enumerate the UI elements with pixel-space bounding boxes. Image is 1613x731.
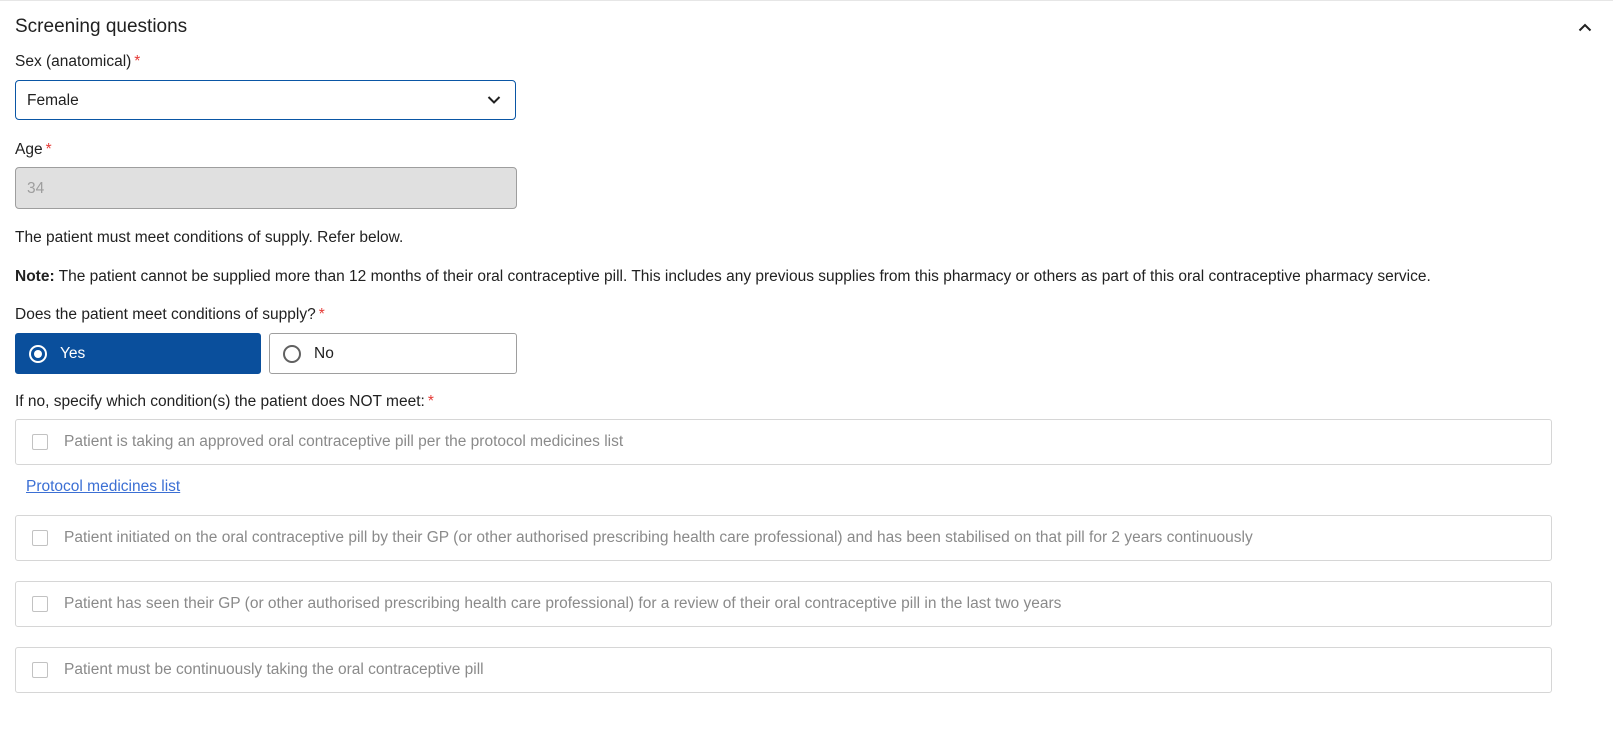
chevron-up-icon — [1578, 23, 1592, 31]
condition-label: Patient initiated on the oral contracept… — [64, 529, 1253, 546]
radio-selected-icon — [29, 344, 47, 363]
radio-unselected-icon — [283, 344, 301, 363]
required-mark: * — [134, 53, 141, 70]
radio-no[interactable]: No — [269, 333, 517, 374]
condition-checkbox-continuous[interactable]: Patient must be continuously taking the … — [15, 647, 1552, 693]
checkbox-icon[interactable] — [32, 530, 48, 546]
condition-checkbox-gp-initiated[interactable]: Patient initiated on the oral contracept… — [15, 515, 1552, 561]
condition-label: Patient must be continuously taking the … — [64, 661, 484, 678]
section-title: Screening questions — [15, 16, 188, 37]
radio-yes[interactable]: Yes — [15, 333, 261, 374]
sex-label: Sex (anatomical) * — [15, 53, 141, 70]
radio-no-label: No — [314, 344, 334, 362]
chevron-down-icon — [487, 96, 501, 104]
age-input[interactable]: 34 — [15, 167, 517, 209]
checkbox-icon[interactable] — [32, 434, 48, 450]
age-input-value: 34 — [27, 180, 45, 197]
conditions-text: The patient must meet conditions of supp… — [15, 229, 404, 246]
note-text: Note: The patient cannot be supplied mor… — [15, 268, 1431, 286]
top-divider — [0, 0, 1613, 1]
required-mark: * — [45, 141, 52, 158]
sex-select[interactable]: Female — [15, 80, 516, 120]
sex-select-value: Female — [27, 92, 79, 109]
note-body: The patient cannot be supplied more than… — [54, 268, 1431, 285]
condition-label: Patient is taking an approved oral contr… — [64, 433, 624, 450]
required-mark: * — [427, 393, 434, 410]
condition-checkbox-approved-pill[interactable]: Patient is taking an approved oral contr… — [15, 419, 1552, 465]
note-label: Note: — [15, 268, 55, 285]
checkbox-icon[interactable] — [32, 662, 48, 678]
condition-checkbox-gp-review[interactable]: Patient has seen their GP (or other auth… — [15, 581, 1552, 627]
protocol-medicines-link[interactable]: Protocol medicines list — [26, 478, 180, 496]
checkbox-icon[interactable] — [32, 596, 48, 612]
radio-yes-label: Yes — [60, 344, 86, 362]
meet-conditions-label: Does the patient meet conditions of supp… — [15, 306, 325, 323]
condition-label: Patient has seen their GP (or other auth… — [64, 595, 1062, 612]
required-mark: * — [318, 306, 325, 323]
collapse-section-button[interactable] — [1572, 14, 1598, 40]
age-label: Age * — [15, 141, 52, 158]
section-header: Screening questions — [15, 14, 1598, 40]
not-met-label: If no, specify which condition(s) the pa… — [15, 393, 434, 410]
